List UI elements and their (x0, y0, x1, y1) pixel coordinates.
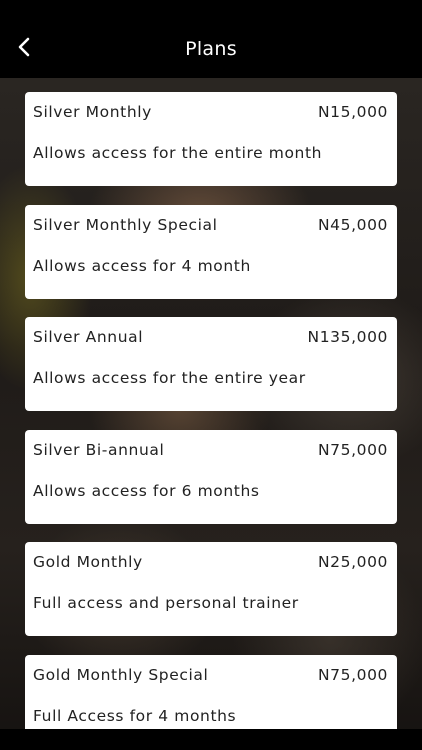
plan-description: Full access and personal trainer (33, 594, 299, 612)
plan-card-silver-annual[interactable]: Silver Annual N135,000 Allows access for… (25, 317, 397, 411)
plan-name: Silver Monthly Special (33, 215, 218, 234)
plan-description: Allows access for the entire month (33, 144, 323, 162)
plan-price: N25,000 (317, 553, 388, 571)
plan-description: Allows access for 6 months (33, 481, 260, 500)
bottom-bar (0, 729, 422, 750)
plan-name: Silver Monthly (33, 103, 152, 121)
plan-list: Silver Monthly N15,000 Allows access for… (25, 92, 397, 750)
plan-price: N75,000 (317, 440, 388, 459)
plan-description: Allows access for the entire year (33, 369, 306, 387)
plan-price: N75,000 (317, 665, 388, 684)
top-bar: Plans (0, 0, 422, 78)
plan-name: Gold Monthly Special (33, 665, 209, 684)
plan-description: Full Access for 4 months (33, 706, 237, 725)
plan-name: Silver Bi-annual (33, 440, 165, 459)
plan-price: N135,000 (307, 328, 388, 346)
plan-card-gold-monthly[interactable]: Gold Monthly N25,000 Full access and per… (25, 542, 397, 636)
plan-name: Silver Annual (33, 328, 144, 346)
plan-card-silver-bi-annual[interactable]: Silver Bi-annual N75,000 Allows access f… (25, 429, 397, 524)
plan-card-silver-monthly[interactable]: Silver Monthly N15,000 Allows access for… (25, 92, 397, 186)
plan-card-silver-monthly-special[interactable]: Silver Monthly Special N45,000 Allows ac… (25, 204, 397, 299)
plan-name: Gold Monthly (33, 553, 143, 571)
plan-description: Allows access for 4 month (33, 256, 251, 275)
plan-price: N15,000 (317, 103, 388, 121)
plans-screen: Plans Silver Monthly N15,000 Allows acce… (0, 0, 422, 750)
plan-price: N45,000 (317, 215, 388, 234)
page-title: Plans (185, 38, 237, 60)
